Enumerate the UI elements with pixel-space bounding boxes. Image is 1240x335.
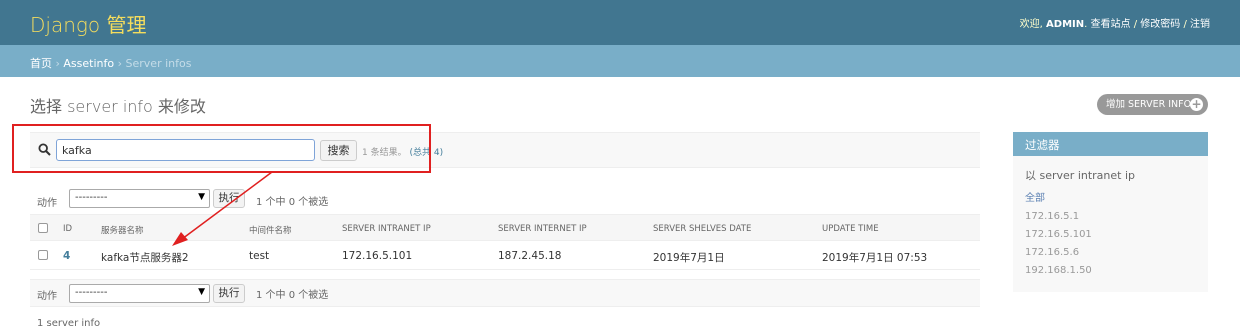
row-update-time: 2019年7月1日 07:53 bbox=[822, 252, 928, 264]
action-select-value: --------- bbox=[75, 192, 108, 203]
change-password-link[interactable]: 修改密码 bbox=[1140, 19, 1180, 30]
column-header-intranet-ip[interactable]: SERVER INTRANET IP bbox=[342, 224, 431, 234]
column-header-internet-ip[interactable]: SERVER INTERNET IP bbox=[498, 224, 587, 234]
row-id-link[interactable]: 4 bbox=[63, 250, 70, 262]
select-all-checkbox[interactable] bbox=[38, 223, 48, 233]
breadcrumb-app[interactable]: Assetinfo bbox=[63, 57, 114, 70]
breadcrumb-home[interactable]: 首页 bbox=[30, 57, 52, 70]
row-select-checkbox[interactable] bbox=[38, 250, 48, 260]
filter-heading: 以 server intranet ip bbox=[1025, 169, 1136, 182]
filter-option-all[interactable]: 全部 bbox=[1025, 190, 1092, 208]
action-go-button[interactable]: 执行 bbox=[213, 284, 245, 303]
column-header-update-time[interactable]: UPDATE TIME bbox=[822, 224, 879, 234]
filter-options: 全部 172.16.5.1 172.16.5.101 172.16.5.6 19… bbox=[1025, 190, 1092, 280]
action-counter: 1 个中 0 个被选 bbox=[256, 290, 329, 301]
actions-bar-top: 动作 --------- ▼ 执行 1 个中 0 个被选 bbox=[30, 189, 980, 213]
filter-sidebar: 过滤器 以 server intranet ip 全部 172.16.5.1 1… bbox=[1013, 132, 1208, 292]
page-title: 选择 server info 来修改 bbox=[30, 97, 206, 116]
separator: / bbox=[1183, 19, 1187, 30]
actions-bar-bottom: 动作 --------- ▼ 执行 1 个中 0 个被选 bbox=[30, 279, 980, 307]
row-middleware: test bbox=[249, 250, 270, 262]
action-go-button[interactable]: 执行 bbox=[213, 189, 245, 208]
column-header-server-name[interactable]: 服务器名称 bbox=[101, 224, 144, 236]
row-intranet-ip: 172.16.5.101 bbox=[342, 250, 413, 262]
row-server-name: kafka节点服务器2 bbox=[101, 252, 189, 264]
filter-option[interactable]: 192.168.1.50 bbox=[1025, 262, 1092, 280]
column-header-middleware[interactable]: 中间件名称 bbox=[249, 224, 292, 236]
plus-icon: + bbox=[1190, 97, 1203, 111]
breadcrumb-current: Server infos bbox=[125, 57, 192, 70]
action-select-value: --------- bbox=[75, 287, 108, 298]
column-header-id[interactable]: ID bbox=[63, 224, 72, 234]
table-header-row: ID 服务器名称 中间件名称 SERVER INTRANET IP SERVER… bbox=[30, 214, 980, 241]
user-tools: 欢迎, ADMIN. 查看站点 / 修改密码 / 注销 bbox=[1019, 19, 1210, 30]
row-shelves-date: 2019年7月1日 bbox=[653, 252, 725, 264]
separator: / bbox=[1133, 19, 1138, 30]
logout-link[interactable]: 注销 bbox=[1190, 19, 1210, 30]
highlight-annotation-box bbox=[12, 124, 431, 173]
table-row: 4 kafka节点服务器2 test 172.16.5.101 187.2.45… bbox=[30, 242, 980, 270]
action-label: 动作 bbox=[37, 198, 57, 209]
filter-option[interactable]: 172.16.5.6 bbox=[1025, 244, 1092, 262]
welcome-text: 欢迎, bbox=[1019, 19, 1043, 30]
add-server-info-button[interactable]: 增加 SERVER INFO + bbox=[1097, 94, 1208, 115]
view-site-link[interactable]: 查看站点 bbox=[1091, 19, 1131, 30]
dropdown-arrow-icon: ▼ bbox=[198, 287, 205, 297]
row-internet-ip: 187.2.45.18 bbox=[498, 250, 562, 262]
action-counter: 1 个中 0 个被选 bbox=[256, 197, 329, 208]
filter-option[interactable]: 172.16.5.101 bbox=[1025, 226, 1092, 244]
column-header-shelves-date[interactable]: SERVER SHELVES DATE bbox=[653, 224, 751, 234]
filter-option[interactable]: 172.16.5.1 bbox=[1025, 208, 1092, 226]
site-header: Django 管理 欢迎, ADMIN. 查看站点 / 修改密码 / 注销 bbox=[0, 0, 1240, 45]
action-select[interactable]: --------- ▼ bbox=[69, 189, 210, 208]
site-branding[interactable]: Django 管理 bbox=[30, 9, 146, 38]
username: ADMIN bbox=[1046, 19, 1085, 30]
action-select[interactable]: --------- ▼ bbox=[69, 284, 210, 303]
breadcrumb: 首页 › Assetinfo › Server infos bbox=[0, 45, 1240, 77]
action-label: 动作 bbox=[37, 291, 57, 302]
filter-title: 过滤器 bbox=[1013, 132, 1208, 156]
breadcrumb-sep: › bbox=[55, 57, 60, 70]
paginator: 1 server info bbox=[37, 318, 101, 329]
dropdown-arrow-icon: ▼ bbox=[198, 192, 205, 202]
add-button-label: 增加 SERVER INFO bbox=[1106, 99, 1192, 110]
breadcrumb-sep: › bbox=[117, 57, 123, 70]
